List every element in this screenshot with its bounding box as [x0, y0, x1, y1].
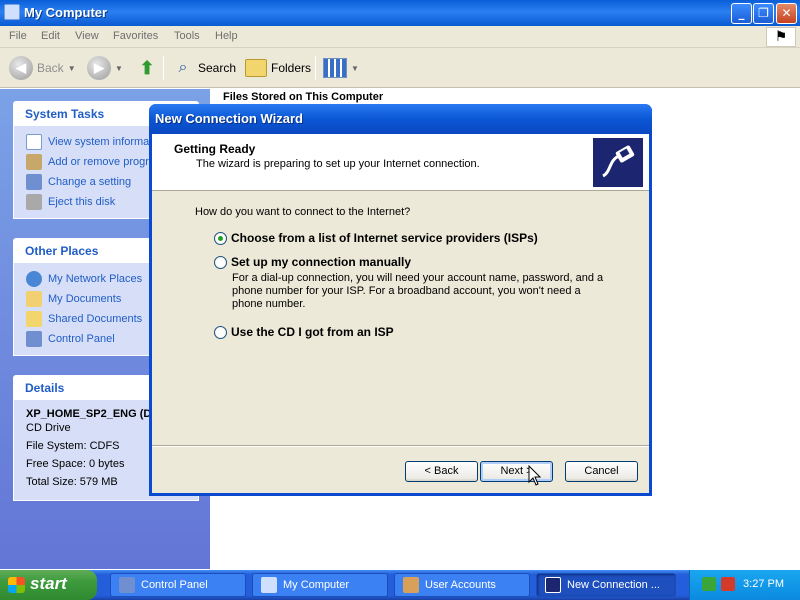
option-manual-setup[interactable]: Set up my connection manually: [214, 255, 411, 269]
task-label: New Connection ...: [567, 579, 660, 591]
radio-button[interactable]: [214, 255, 227, 269]
mouse-cursor-icon: [528, 465, 542, 486]
close-button[interactable]: ✕: [776, 3, 797, 24]
system-tray: 3:27 PM: [689, 570, 800, 600]
task-label: Control Panel: [141, 579, 208, 591]
windows-flag-icon: ⚑: [766, 27, 796, 47]
forward-button[interactable]: ▶ ▼: [87, 54, 123, 82]
section-heading: Files Stored on This Computer: [223, 91, 384, 103]
shared-folder-icon: [26, 311, 42, 327]
place-label: My Network Places: [48, 273, 143, 285]
network-cable-icon: [545, 577, 561, 593]
control-panel-icon: [26, 174, 42, 190]
back-label: Back: [37, 61, 64, 75]
views-icon: [323, 58, 347, 78]
radio-button-selected[interactable]: [214, 231, 227, 245]
next-button[interactable]: Next >: [480, 461, 553, 482]
option-choose-isp[interactable]: Choose from a list of Internet service p…: [214, 231, 538, 245]
wizard-titlebar[interactable]: New Connection Wizard: [149, 104, 652, 134]
menu-bar: File Edit View Favorites Tools Help ⚑: [0, 26, 800, 48]
network-cable-icon: [593, 138, 643, 187]
menu-favorites[interactable]: Favorites: [113, 30, 158, 42]
wizard-step-title: Getting Ready: [174, 142, 256, 156]
security-shield-icon[interactable]: [721, 577, 735, 591]
task-user-accounts[interactable]: User Accounts: [394, 573, 530, 597]
control-panel-icon: [26, 331, 42, 347]
cancel-button[interactable]: Cancel: [565, 461, 638, 482]
option-use-cd[interactable]: Use the CD I got from an ISP: [214, 325, 394, 339]
chevron-down-icon: ▼: [67, 63, 76, 73]
search-label: Search: [198, 61, 237, 75]
task-label: My Computer: [283, 579, 350, 591]
wizard-step-subtitle: The wizard is preparing to set up your I…: [196, 158, 480, 170]
minimize-button[interactable]: _: [731, 3, 752, 24]
toolbar-separator: [163, 56, 164, 80]
toolbar-separator: [315, 56, 316, 80]
back-button[interactable]: ◀ Back ▼: [9, 54, 76, 82]
system-task-label: Eject this disk: [48, 196, 116, 208]
up-arrow-icon: ⬆: [139, 58, 155, 78]
back-button[interactable]: < Back: [405, 461, 478, 482]
control-panel-icon: [119, 577, 135, 593]
clock[interactable]: 3:27 PM: [743, 578, 784, 590]
search-icon: ⌕: [178, 59, 188, 76]
start-button[interactable]: start: [0, 570, 97, 600]
network-status-icon[interactable]: [702, 577, 716, 591]
place-label: My Documents: [48, 293, 122, 305]
forward-arrow-icon: ▶: [87, 56, 111, 80]
menu-edit[interactable]: Edit: [41, 30, 60, 42]
system-info-icon: [26, 134, 42, 150]
system-task-label: View system informat: [48, 136, 153, 148]
folders-label: Folders: [271, 61, 312, 75]
add-remove-programs-icon: [26, 154, 42, 170]
folders-button[interactable]: Folders: [245, 54, 311, 82]
task-label: User Accounts: [425, 579, 496, 591]
my-documents-icon: [26, 291, 42, 307]
toolbar: ◀ Back ▼ ▶ ▼ ⬆ ⌕ Search Folders ▼: [0, 48, 800, 88]
menu-help[interactable]: Help: [215, 30, 238, 42]
menu-file[interactable]: File: [9, 30, 27, 42]
eject-disk-icon: [26, 194, 42, 210]
new-connection-wizard: New Connection Wizard Getting Ready The …: [149, 104, 652, 496]
manual-setup-description: For a dial-up connection, you will need …: [232, 272, 604, 310]
connection-question: How do you want to connect to the Intern…: [195, 206, 411, 218]
window-titlebar[interactable]: My Computer _ ❐ ✕: [0, 0, 800, 26]
place-label: Shared Documents: [48, 313, 143, 325]
option-label: Use the CD I got from an ISP: [231, 325, 394, 339]
task-control-panel[interactable]: Control Panel: [110, 573, 246, 597]
option-label: Choose from a list of Internet service p…: [231, 231, 538, 245]
search-button[interactable]: ⌕ Search: [172, 54, 237, 82]
maximize-button[interactable]: ❐: [753, 3, 774, 24]
radio-button[interactable]: [214, 325, 227, 339]
task-my-computer[interactable]: My Computer: [252, 573, 388, 597]
place-label: Control Panel: [48, 333, 115, 345]
views-button[interactable]: ▼: [323, 54, 359, 82]
up-folder-button[interactable]: ⬆: [135, 54, 159, 82]
option-label: Set up my connection manually: [231, 255, 412, 269]
wizard-title: New Connection Wizard: [155, 111, 303, 126]
start-label: start: [30, 574, 67, 593]
taskbar: start Control Panel My Computer User Acc…: [0, 570, 800, 600]
chevron-down-icon: ▼: [351, 63, 359, 73]
user-accounts-icon: [403, 577, 419, 593]
system-task-label: Change a setting: [48, 176, 132, 188]
task-new-connection-wizard[interactable]: New Connection ...: [536, 573, 676, 597]
chevron-down-icon: ▼: [115, 63, 123, 73]
windows-logo-icon: [8, 577, 25, 593]
network-places-icon: [26, 271, 42, 287]
system-task-label: Add or remove progr: [48, 156, 149, 168]
folders-icon: [245, 59, 267, 77]
back-arrow-icon: ◀: [9, 56, 33, 80]
menu-tools[interactable]: Tools: [174, 30, 200, 42]
wizard-body: Getting Ready The wizard is preparing to…: [152, 134, 649, 493]
my-computer-icon: [4, 4, 20, 20]
menu-view[interactable]: View: [75, 30, 99, 42]
wizard-header: Getting Ready The wizard is preparing to…: [152, 134, 649, 191]
wizard-separator: [152, 445, 649, 447]
window-title: My Computer: [24, 5, 108, 20]
my-computer-icon: [261, 577, 277, 593]
